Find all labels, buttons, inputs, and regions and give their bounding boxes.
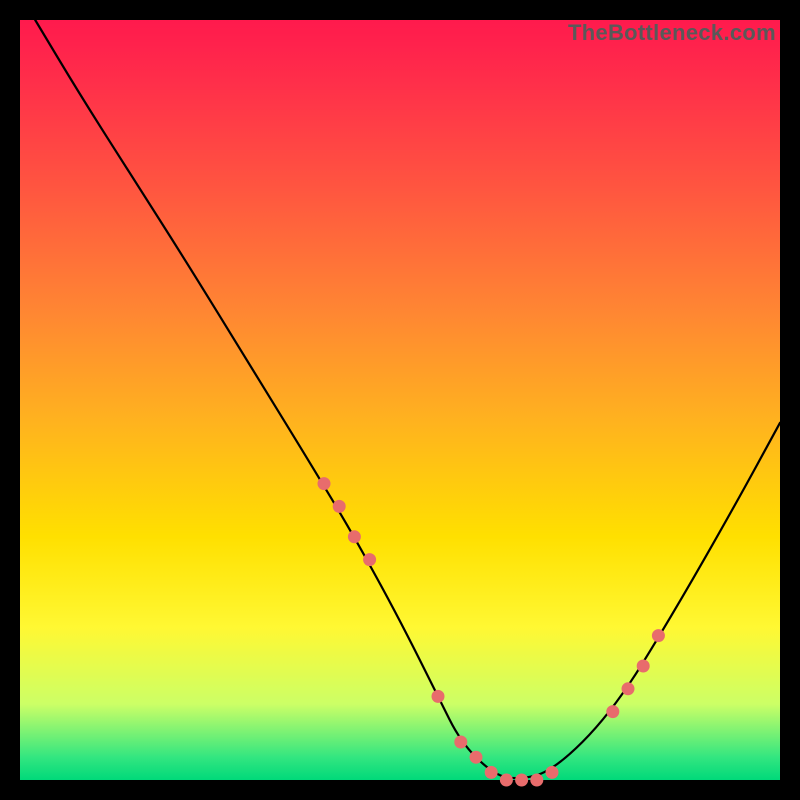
marker-dot bbox=[622, 682, 635, 695]
chart-stage: TheBottleneck.com bbox=[0, 0, 800, 800]
marker-dot bbox=[318, 477, 331, 490]
marker-dot bbox=[500, 774, 513, 787]
marker-dot bbox=[348, 530, 361, 543]
marker-dot bbox=[432, 690, 445, 703]
marker-dot bbox=[470, 751, 483, 764]
marker-dot bbox=[485, 766, 498, 779]
marker-group bbox=[318, 477, 665, 786]
bottleneck-curve bbox=[35, 20, 780, 778]
marker-dot bbox=[333, 500, 346, 513]
marker-dot bbox=[652, 629, 665, 642]
marker-dot bbox=[454, 736, 467, 749]
marker-dot bbox=[363, 553, 376, 566]
marker-dot bbox=[637, 660, 650, 673]
marker-dot bbox=[606, 705, 619, 718]
marker-dot bbox=[530, 774, 543, 787]
chart-svg bbox=[20, 20, 780, 780]
marker-dot bbox=[515, 774, 528, 787]
plot-area: TheBottleneck.com bbox=[20, 20, 780, 780]
marker-dot bbox=[546, 766, 559, 779]
